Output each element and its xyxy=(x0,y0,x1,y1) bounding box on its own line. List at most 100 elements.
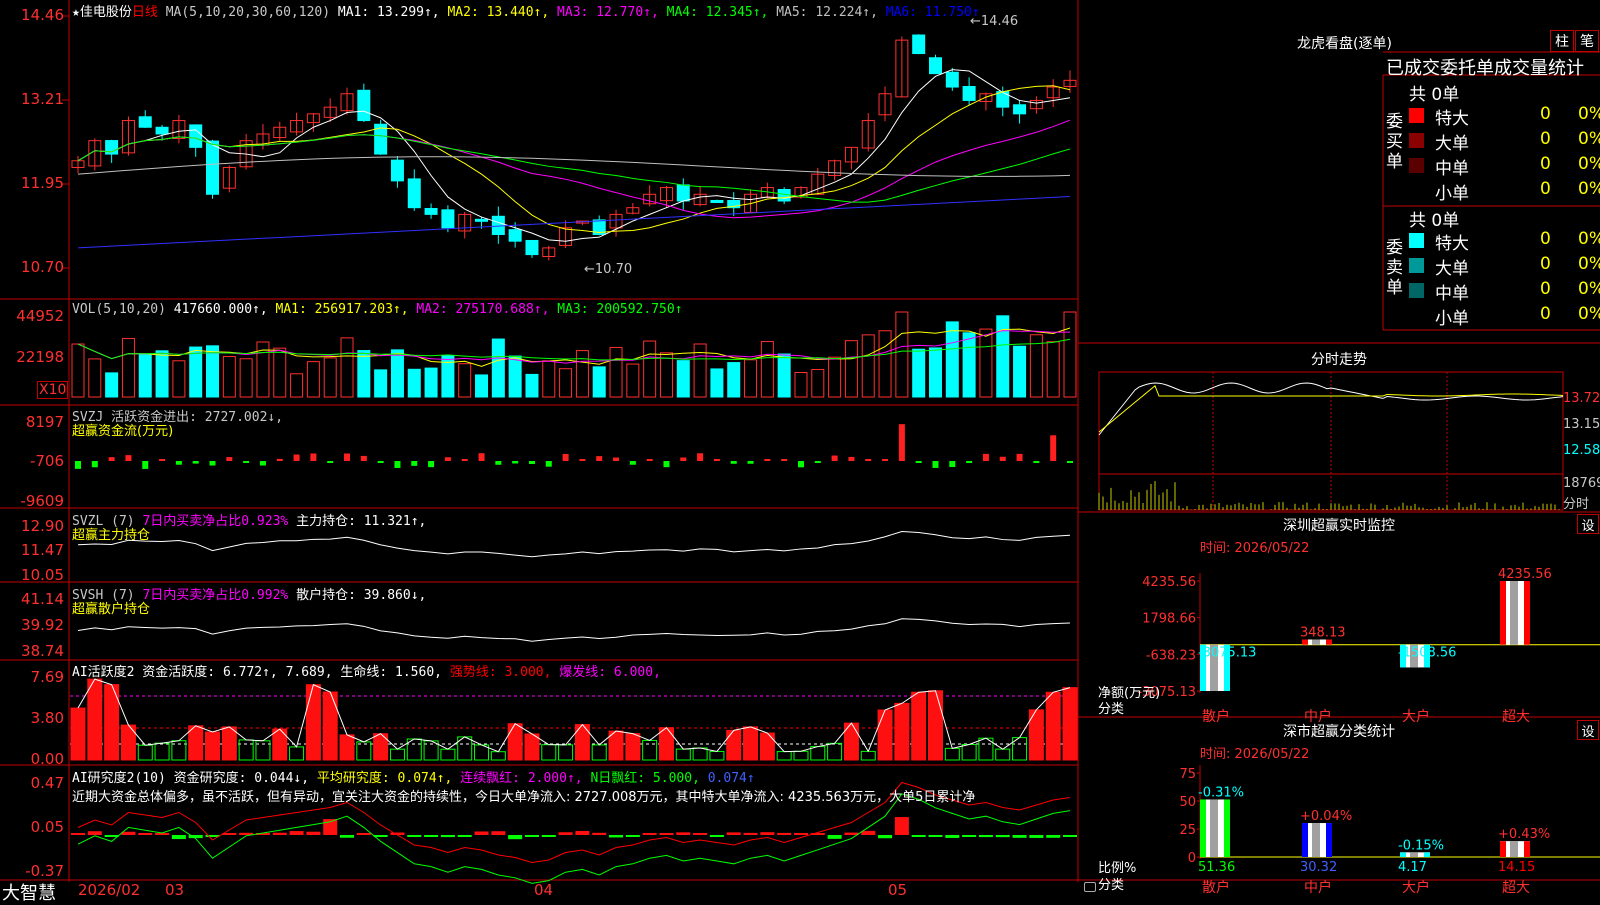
sell-row-pct-3: 0% xyxy=(1578,304,1600,324)
fund-flow-bar xyxy=(344,453,351,461)
fund-flow-bar xyxy=(327,461,334,463)
activity-bar xyxy=(154,742,170,761)
fund-flow-bar xyxy=(243,461,250,463)
sz-monitor-settings-button[interactable]: 设 xyxy=(1577,514,1599,534)
sz-ratio-bar-edge xyxy=(1302,823,1308,857)
volume-bar xyxy=(155,350,169,398)
svzj-axis-top: 8197 xyxy=(25,413,64,431)
vol-unit[interactable]: X10 xyxy=(37,381,69,399)
sell-row-pct-0: 0% xyxy=(1578,229,1600,249)
volume-bar xyxy=(71,343,85,398)
activity-bar xyxy=(1062,687,1078,761)
activity-bar xyxy=(944,747,960,761)
volume-bar xyxy=(727,362,741,398)
fund-flow-bar xyxy=(259,461,266,466)
candle-body xyxy=(912,34,926,55)
buy-total: 共 0单 xyxy=(1409,85,1460,105)
candle-body xyxy=(945,71,959,88)
period-label[interactable]: 日线 xyxy=(132,5,158,20)
intraday-vol-axis: 18769 xyxy=(1563,476,1600,491)
fund-flow-bar xyxy=(528,461,535,465)
price-axis-2: 13.21 xyxy=(21,90,64,108)
candle-body xyxy=(475,218,489,222)
lock-icon[interactable] xyxy=(1084,882,1096,892)
sz-net-ytick: -638.23 xyxy=(1146,648,1196,663)
ma-label-5: MA6: 11.750↑ xyxy=(885,5,980,20)
bar-mode-button[interactable]: 柱 xyxy=(1550,30,1574,52)
research-bar xyxy=(558,832,573,835)
stock-name: 佳电股份 xyxy=(79,5,132,20)
fund-flow-bar xyxy=(293,454,300,461)
fund-flow-bar xyxy=(108,457,115,461)
high-price-mark: ←14.46 xyxy=(970,14,1019,29)
buy-row-pct-1: 0% xyxy=(1578,129,1600,149)
fund-flow-bar xyxy=(764,459,771,461)
fund-flow-bar xyxy=(512,461,519,464)
volume-bar xyxy=(895,311,909,398)
fund-flow-bar xyxy=(125,455,132,461)
activity-bar xyxy=(70,707,86,761)
volume-bar xyxy=(88,358,102,398)
sz-stats-settings-button[interactable]: 设 xyxy=(1577,720,1599,740)
ma1-line xyxy=(77,69,1071,242)
activity-bar xyxy=(625,733,641,761)
sz-ratio-ytick: 0 xyxy=(1188,851,1196,866)
research-bar xyxy=(1046,835,1061,838)
research-bar xyxy=(457,835,472,837)
volume-bar xyxy=(828,356,842,398)
volume-bar xyxy=(945,321,959,398)
dragon-title: 龙虎看盘(逐单) xyxy=(1297,36,1392,52)
fund-flow-bar xyxy=(1050,435,1057,461)
ai1-axis-mid: 3.80 xyxy=(30,709,64,727)
activity-bar xyxy=(995,748,1011,761)
star-icon[interactable]: ★ xyxy=(72,5,80,20)
research-bar xyxy=(844,832,859,835)
sz-net-bar-edge xyxy=(1524,581,1530,645)
sz-monitor-xlabel: 分类 xyxy=(1098,702,1125,717)
volume-bar xyxy=(643,340,657,398)
fund-flow-bar xyxy=(663,461,670,468)
candle-body xyxy=(525,239,539,256)
sz-stats-title: 深市超赢分类统计 xyxy=(1283,724,1395,740)
activity-bar xyxy=(389,748,405,761)
brand-logo: 大智慧 xyxy=(2,883,56,904)
sz-ratio-bottom-label: 51.36 xyxy=(1198,860,1235,875)
candle-body xyxy=(424,208,438,215)
fund-flow-bar xyxy=(91,461,98,468)
volume-bar xyxy=(390,349,404,398)
research-bar xyxy=(642,833,657,835)
candle-body xyxy=(357,89,371,122)
vol-axis-mid: 22198 xyxy=(16,348,64,366)
sz-ratio-category: 散户 xyxy=(1202,879,1230,896)
vol-axis-top: 44952 xyxy=(16,307,64,325)
sz-ratio-bottom-label: 30.32 xyxy=(1300,860,1337,875)
intraday-axis-low: 12.58 xyxy=(1563,443,1600,458)
sz-ratio-category: 中户 xyxy=(1304,879,1332,896)
fund-flow-bar xyxy=(697,453,704,461)
sell-row-count-2: 0 xyxy=(1540,279,1551,299)
sz-net-bar-edge xyxy=(1500,581,1506,645)
candle-body xyxy=(928,57,942,75)
sz-monitor-time: 时间: 2026/05/22 xyxy=(1200,541,1310,556)
volume-bar xyxy=(206,345,220,398)
research-bar xyxy=(171,835,186,840)
fund-flow-bar xyxy=(1033,461,1040,463)
activity-bar xyxy=(205,731,221,761)
stock-chart-canvas[interactable]: 4235.561798.66-638.23-3075.13-3075.13散户3… xyxy=(0,0,1600,900)
volume-bar xyxy=(424,367,438,398)
fund-flow-bar xyxy=(461,459,468,461)
fund-flow-bar xyxy=(579,458,586,461)
tick-mode-button[interactable]: 笔 xyxy=(1575,30,1599,52)
volume-bar xyxy=(659,352,673,398)
candle-body xyxy=(155,126,169,135)
date-label-0: 2026/02 xyxy=(78,881,141,899)
fund-flow-bar xyxy=(730,461,737,464)
research-bar xyxy=(1063,835,1077,837)
volume-bar xyxy=(121,338,135,398)
research-bar xyxy=(962,835,977,837)
activity-bar xyxy=(238,739,254,761)
date-label-1: 03 xyxy=(165,881,185,899)
fund-flow-bar xyxy=(629,461,636,465)
activity-bar xyxy=(658,727,674,761)
research-bar xyxy=(1012,835,1027,838)
